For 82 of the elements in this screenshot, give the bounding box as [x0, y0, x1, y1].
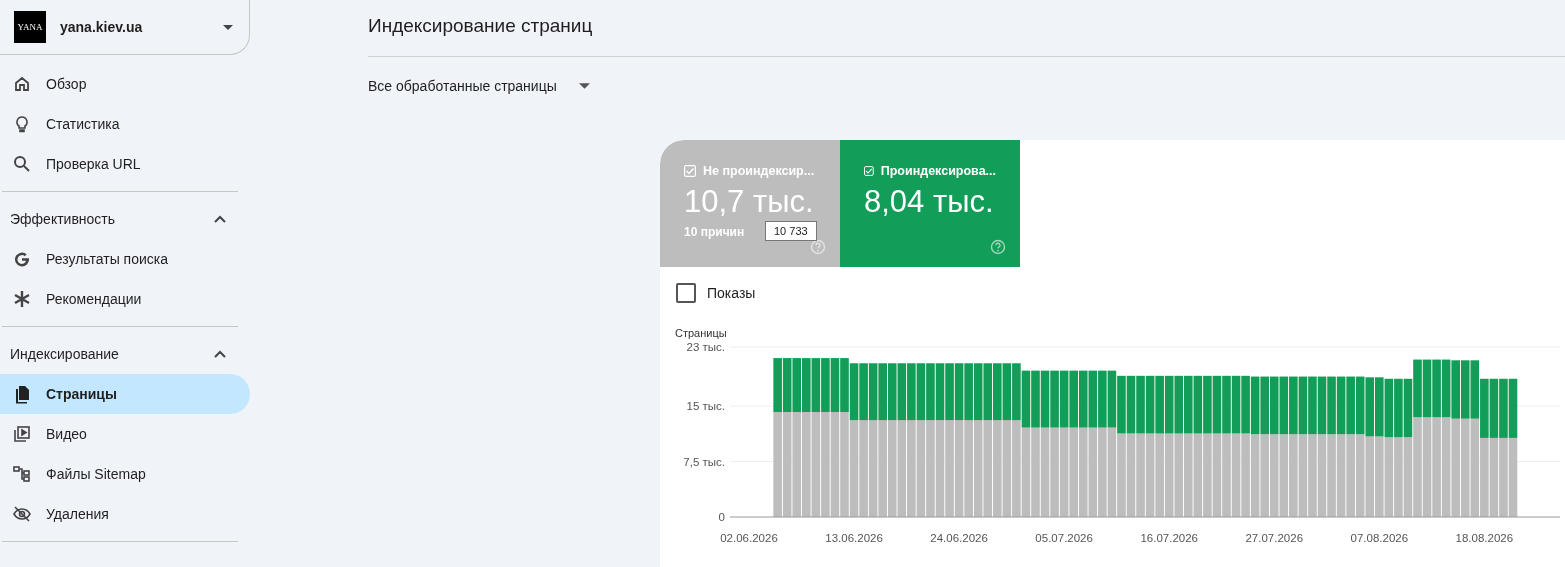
nav-item[interactable]: Статистика — [0, 104, 250, 144]
chevron-icon — [214, 350, 226, 358]
nav-item[interactable]: Удаления — [0, 494, 250, 534]
bar — [1375, 377, 1384, 437]
bar — [1308, 376, 1317, 435]
bar — [1241, 375, 1250, 434]
bar — [1155, 375, 1164, 434]
nav-item[interactable]: Результаты поиска — [0, 239, 250, 279]
bar — [1489, 378, 1499, 438]
caret-icon — [223, 24, 233, 30]
bar — [1279, 376, 1289, 435]
bar — [1384, 378, 1394, 438]
bar — [1174, 375, 1184, 434]
tile-value: 10,7 тыс. — [684, 185, 815, 219]
property-selector[interactable]: YANA yana.kiev.ua — [0, 0, 250, 55]
search-icon — [12, 154, 32, 174]
help-icon — [810, 239, 826, 255]
bar — [1203, 375, 1212, 434]
bar — [1231, 375, 1241, 434]
bar — [1145, 375, 1155, 434]
home-icon — [12, 74, 32, 94]
nav-item[interactable]: Видео — [0, 414, 250, 454]
bar — [1365, 377, 1375, 437]
bar — [1126, 375, 1136, 434]
bar — [1260, 376, 1269, 435]
nav-item[interactable]: Страницы — [0, 374, 250, 414]
bar — [1394, 378, 1403, 438]
metric-tile[interactable]: Проиндексирова... 8,04 тыс. — [840, 140, 1020, 267]
nav-item[interactable]: Файлы Sitemap — [0, 454, 250, 494]
page-title: Индексирование страниц — [368, 0, 1565, 57]
tile-subtitle: 10 причин — [684, 225, 745, 239]
bar — [1508, 378, 1518, 438]
x-tick-label: 05.07.2026 — [1035, 532, 1093, 544]
nav-item[interactable]: Обзор — [0, 64, 250, 104]
tile-label: Не проиндексир... — [703, 164, 815, 178]
y-tick-label: 7,5 тыс. — [683, 455, 725, 468]
filter-dropdown[interactable]: Все обработанные страницы — [368, 76, 590, 96]
bar — [1317, 376, 1327, 435]
x-tick-label: 24.06.2026 — [930, 532, 988, 544]
bar — [1289, 376, 1298, 435]
asterisk-icon — [12, 289, 32, 309]
hidden-icon — [12, 504, 32, 524]
bar — [1136, 375, 1145, 434]
y-tick-label: 23 тыс. — [686, 341, 725, 353]
bar — [1327, 376, 1336, 435]
tile-value: 8,04 тыс. — [864, 185, 995, 219]
y-axis-title: Страницы — [675, 327, 727, 339]
bar — [1336, 376, 1346, 435]
bar — [1250, 376, 1260, 435]
tile-label: Проиндексирова... — [880, 164, 996, 178]
bar — [1193, 375, 1203, 434]
video-icon — [12, 424, 32, 444]
site-logo: YANA — [14, 11, 46, 43]
caret-icon — [578, 83, 590, 89]
bar — [1269, 376, 1279, 435]
x-tick-label: 13.06.2026 — [825, 532, 883, 544]
bar — [1184, 375, 1193, 434]
chevron-icon — [214, 215, 226, 223]
tooltip: 10 733 — [765, 221, 817, 241]
x-tick-label: 02.06.2026 — [720, 532, 778, 544]
bar — [1298, 376, 1308, 435]
bar — [1212, 375, 1222, 434]
x-tick-label: 18.08.2026 — [1455, 532, 1514, 544]
section-header[interactable]: Индексирование — [0, 334, 238, 374]
nav-item[interactable]: Проверка URL — [0, 144, 250, 184]
x-tick-label: 27.07.2026 — [1245, 532, 1304, 544]
help-icon — [990, 239, 1006, 255]
impressions-checkbox[interactable]: Показы — [676, 283, 756, 303]
bar — [1499, 378, 1508, 438]
y-tick-label: 0 — [718, 511, 725, 523]
bar — [1164, 375, 1174, 434]
nav-item[interactable]: Рекомендации — [0, 279, 250, 319]
bar — [1355, 376, 1365, 435]
section-header[interactable]: Эффективность — [0, 199, 238, 239]
y-tick-label: 15 тыс. — [686, 400, 725, 413]
checkbox-icon — [864, 165, 874, 177]
x-tick-label: 16.07.2026 — [1140, 532, 1198, 544]
sitemap-icon — [12, 464, 32, 484]
bar — [1346, 376, 1355, 435]
bar — [1222, 375, 1231, 434]
x-tick-label: 07.08.2026 — [1350, 532, 1409, 544]
checkbox-icon — [684, 165, 696, 177]
